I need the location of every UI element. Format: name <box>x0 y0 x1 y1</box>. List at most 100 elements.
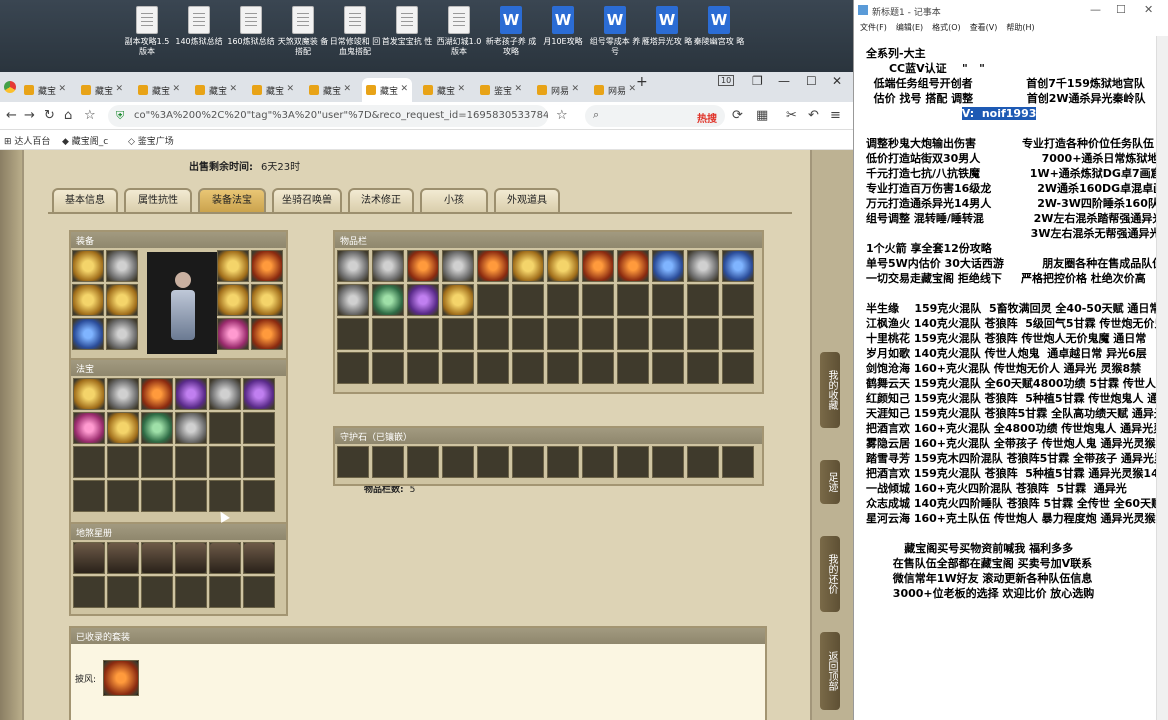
inventory-slot[interactable] <box>547 250 579 282</box>
fabao-slot[interactable] <box>209 412 241 444</box>
desktop-file-icon[interactable]: W 组号零成本 养号 <box>588 6 642 57</box>
notepad-menu-item[interactable]: 帮助(H) <box>1006 23 1034 32</box>
bookmark-star-icon[interactable]: ☆ <box>84 108 96 123</box>
guard-stone-slot[interactable] <box>372 446 404 478</box>
maximize-button[interactable]: ☐ <box>806 74 817 88</box>
inventory-slot[interactable] <box>407 284 439 316</box>
game-tab[interactable]: 装备法宝 <box>198 188 266 214</box>
fabao-slot[interactable] <box>73 412 105 444</box>
inventory-slot[interactable] <box>407 318 439 350</box>
notepad-scrollbar[interactable] <box>1156 36 1168 720</box>
desktop-file-icon[interactable]: 西湖幻城1.0 版本 <box>432 6 486 57</box>
inventory-slot[interactable] <box>547 352 579 384</box>
inventory-slot[interactable] <box>407 352 439 384</box>
fabao-slot[interactable] <box>175 480 207 512</box>
search-box[interactable]: ⌕ 热搜 <box>585 105 725 127</box>
inventory-slot[interactable] <box>477 284 509 316</box>
game-tab[interactable]: 法术修正 <box>348 188 414 214</box>
equip-slot[interactable] <box>72 250 104 282</box>
nav-footprints[interactable]: 足迹 <box>820 460 840 504</box>
fabao-slot[interactable] <box>243 480 275 512</box>
tab-count-badge[interactable]: 10 <box>718 75 735 86</box>
fabao-slot[interactable] <box>73 446 105 478</box>
portrait-slot[interactable] <box>141 576 173 608</box>
equip-slot[interactable] <box>72 318 104 350</box>
tab-close-icon[interactable]: ✕ <box>58 84 66 94</box>
fabao-slot[interactable] <box>107 378 139 410</box>
desktop-file-icon[interactable]: W 雁塔异光攻 略 <box>640 6 694 47</box>
fabao-slot[interactable] <box>209 378 241 410</box>
equip-slot[interactable] <box>106 318 138 350</box>
inventory-slot[interactable] <box>337 318 369 350</box>
fabao-slot[interactable] <box>175 446 207 478</box>
equip-slot[interactable] <box>106 284 138 316</box>
guard-stone-slot[interactable] <box>477 446 509 478</box>
inventory-slot[interactable] <box>722 284 754 316</box>
portrait-slot[interactable] <box>243 576 275 608</box>
tab-close-icon[interactable]: ✕ <box>628 84 636 94</box>
fabao-slot[interactable] <box>107 446 139 478</box>
browser-tab[interactable]: 藏宝 ✕ <box>419 78 469 102</box>
equip-slot[interactable] <box>217 250 249 282</box>
inventory-slot[interactable] <box>617 284 649 316</box>
tab-close-icon[interactable]: ✕ <box>343 84 351 94</box>
desktop-file-icon[interactable]: 首发宝宝抗 性 <box>380 6 434 47</box>
inventory-slot[interactable] <box>512 284 544 316</box>
equip-slot[interactable] <box>106 250 138 282</box>
desktop-file-icon[interactable]: 副本攻略1.5 版本 <box>120 6 174 57</box>
notepad-menu-item[interactable]: 文件(F) <box>860 23 887 32</box>
bookmark-item[interactable]: ⊞ 达人百台 <box>4 134 50 147</box>
guard-stone-slot[interactable] <box>617 446 649 478</box>
inventory-slot[interactable] <box>442 284 474 316</box>
forward-icon[interactable]: → <box>24 108 35 123</box>
game-tab[interactable]: 属性抗性 <box>124 188 192 214</box>
fabao-slot[interactable] <box>175 412 207 444</box>
equip-slot[interactable] <box>217 284 249 316</box>
tab-close-icon[interactable]: ✕ <box>286 84 294 94</box>
inventory-slot[interactable] <box>547 284 579 316</box>
portrait-slot[interactable] <box>243 542 275 574</box>
inventory-slot[interactable] <box>512 318 544 350</box>
portrait-slot[interactable] <box>107 542 139 574</box>
portrait-slot[interactable] <box>209 576 241 608</box>
browser-tab[interactable]: 网易 ✕ <box>533 78 583 102</box>
inventory-slot[interactable] <box>337 250 369 282</box>
equip-slot[interactable] <box>251 250 283 282</box>
notepad-minimize-button[interactable]: — <box>1090 3 1101 16</box>
inventory-slot[interactable] <box>582 318 614 350</box>
equip-slot[interactable] <box>251 284 283 316</box>
fabao-slot[interactable] <box>209 446 241 478</box>
inventory-slot[interactable] <box>512 250 544 282</box>
desktop-file-icon[interactable]: 160炼狱总结 <box>224 6 278 47</box>
guard-stone-slot[interactable] <box>442 446 474 478</box>
inventory-slot[interactable] <box>442 250 474 282</box>
inventory-slot[interactable] <box>442 352 474 384</box>
fabao-slot[interactable] <box>107 412 139 444</box>
game-tab[interactable]: 坐骑召唤兽 <box>272 188 342 214</box>
inventory-slot[interactable] <box>687 284 719 316</box>
inventory-slot[interactable] <box>687 352 719 384</box>
guard-stone-slot[interactable] <box>337 446 369 478</box>
fabao-slot[interactable] <box>243 378 275 410</box>
inventory-slot[interactable] <box>652 284 684 316</box>
inventory-slot[interactable] <box>477 318 509 350</box>
inventory-slot[interactable] <box>372 352 404 384</box>
portrait-slot[interactable] <box>107 576 139 608</box>
cut-icon[interactable]: ✂ <box>786 108 797 123</box>
fabao-slot[interactable] <box>107 480 139 512</box>
inventory-slot[interactable] <box>477 250 509 282</box>
inventory-slot[interactable] <box>372 318 404 350</box>
inventory-slot[interactable] <box>372 250 404 282</box>
inventory-slot[interactable] <box>722 352 754 384</box>
fabao-slot[interactable] <box>73 480 105 512</box>
fabao-slot[interactable] <box>141 378 173 410</box>
game-tab[interactable]: 小孩 <box>420 188 488 214</box>
browser-tab[interactable]: 藏宝 ✕ <box>362 78 412 102</box>
inventory-slot[interactable] <box>652 318 684 350</box>
inventory-slot[interactable] <box>617 250 649 282</box>
desktop-file-icon[interactable]: W 秦陵幽宫攻 略 <box>692 6 746 47</box>
fabao-slot[interactable] <box>175 378 207 410</box>
tab-close-icon[interactable]: ✕ <box>457 84 465 94</box>
portrait-slot[interactable] <box>175 576 207 608</box>
fabao-slot[interactable] <box>209 480 241 512</box>
